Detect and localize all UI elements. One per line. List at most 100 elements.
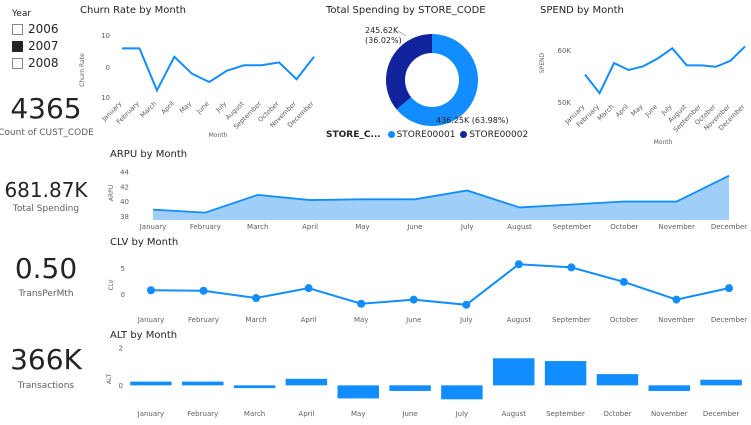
y-axis-label: ALT <box>106 374 113 385</box>
y-tick-label: 40 <box>120 198 129 206</box>
alt-bar <box>648 385 690 391</box>
slicer-title: Year <box>12 9 32 19</box>
slicer-item-2006[interactable]: 2006 <box>12 22 59 36</box>
spending-donut-chart[interactable]: 436.25K (63.98%) 245.62K(36.02%) <box>326 18 526 128</box>
legend-item-store2[interactable]: STORE00002 <box>460 130 528 140</box>
donut-legend: STORE_C... STORE00001 STORE00002 <box>326 130 528 140</box>
y-tick-label: 10 <box>101 94 110 102</box>
y-axis-label: CLV <box>108 279 115 291</box>
clv-data-point <box>199 286 208 295</box>
arpu-chart[interactable]: 44 42 40 38 ARPU January February March April May… <box>105 160 751 235</box>
x-axis-label: Month <box>654 139 673 146</box>
kpi-label: TransPerMth <box>18 289 74 299</box>
x-tick-label: March <box>245 316 266 324</box>
clv-data-point <box>514 260 523 269</box>
slicer-item-label: 2008 <box>28 56 59 70</box>
legend-label: STORE00001 <box>396 130 456 140</box>
alt-bar <box>337 385 379 399</box>
x-tick-label: November <box>651 410 688 418</box>
slicer-item-label: 2006 <box>28 22 59 36</box>
clv-series-line <box>150 263 730 306</box>
legend-marker <box>387 131 395 138</box>
y-tick-label: 0 <box>119 382 123 390</box>
y-tick-label: 10 <box>101 32 110 40</box>
x-tick-label: October <box>610 316 638 324</box>
y-tick-label: 0 <box>106 64 110 72</box>
x-tick-label: April <box>614 103 630 119</box>
x-tick-label: May <box>178 100 193 115</box>
legend-label: STORE00002 <box>469 130 529 140</box>
y-tick-label: 38 <box>120 213 129 221</box>
clv-data-point <box>252 294 261 303</box>
x-tick-label: September <box>552 316 591 324</box>
x-tick-label: May <box>351 410 365 418</box>
alt-bar <box>700 379 742 386</box>
y-tick-label: 44 <box>120 169 129 177</box>
kpi-value: 681.87K <box>4 178 88 202</box>
x-tick-label: January <box>139 223 167 231</box>
x-tick-label: January <box>137 316 165 324</box>
donut-slice-store00002 <box>386 34 432 110</box>
x-tick-label: August <box>507 316 532 324</box>
alt-bar <box>233 385 276 389</box>
x-tick-label: February <box>187 410 218 418</box>
x-tick-label: March <box>244 410 265 418</box>
x-tick-label: July <box>459 316 473 324</box>
x-tick-label: September <box>553 223 592 231</box>
x-tick-label: March <box>247 223 268 231</box>
x-tick-label: October <box>603 410 631 418</box>
clv-data-point <box>409 295 418 304</box>
x-tick-label: July <box>214 100 229 115</box>
churn-chart-title: Churn Rate by Month <box>80 5 187 16</box>
alt-bar <box>441 385 483 400</box>
slicer-item-2007[interactable]: 2007 <box>12 39 59 53</box>
churn-series-line <box>122 47 315 93</box>
x-tick-label: March <box>139 100 159 120</box>
spend-chart-title: SPEND by Month <box>540 5 624 16</box>
alt-chart-title: ALT by Month <box>110 330 178 341</box>
x-tick-label: June <box>405 316 421 324</box>
checkbox-checked[interactable] <box>12 40 23 52</box>
y-axis-label: SPEND <box>539 52 546 73</box>
x-tick-label: April <box>298 410 314 418</box>
arpu-chart-title: ARPU by Month <box>110 149 188 160</box>
clv-data-point <box>619 277 628 286</box>
legend-title: STORE_C... <box>326 130 381 140</box>
y-tick-label: 5 <box>121 265 125 273</box>
clv-chart[interactable]: 5 0 CLV January February March April May June Jul… <box>105 250 751 328</box>
alt-bar <box>285 378 328 386</box>
clv-data-point <box>462 300 471 309</box>
x-tick-label: February <box>188 316 219 324</box>
x-tick-label: February <box>190 223 221 231</box>
alt-bar <box>182 381 224 386</box>
kpi-label: Transactions <box>17 381 75 391</box>
x-tick-label: July <box>455 410 469 418</box>
slicer-item-label: 2007 <box>28 39 59 53</box>
y-tick-label: 2 <box>119 345 123 353</box>
y-tick-label: 50K <box>558 99 572 107</box>
checkbox[interactable] <box>12 57 23 69</box>
churn-rate-chart[interactable]: 10010Churn RateJanuaryFebruaryMarch April… <box>78 18 318 143</box>
clv-data-point <box>304 284 313 293</box>
spend-series-line <box>584 45 746 95</box>
data-label: 436.25K (63.98%) <box>436 116 509 125</box>
x-tick-label: November <box>658 223 695 231</box>
legend-marker <box>460 131 468 138</box>
x-tick-label: August <box>502 410 527 418</box>
alt-bar <box>130 381 172 386</box>
spend-chart[interactable]: 60K50KSPENDJanuaryFebruaryMarchApril MayJ… <box>535 18 751 148</box>
slicer-item-2008[interactable]: 2008 <box>12 56 59 70</box>
alt-chart[interactable]: 2 0 ALT January February March April May June Jul… <box>105 342 751 422</box>
clv-data-point <box>725 284 733 293</box>
x-tick-label: April <box>302 223 318 231</box>
x-tick-label: August <box>507 223 532 231</box>
checkbox[interactable] <box>12 23 23 35</box>
clv-data-point <box>567 263 576 272</box>
x-tick-label: October <box>610 223 638 231</box>
data-label: 245.62K <box>365 26 399 35</box>
spending-chart-title: Total Spending by STORE_CODE <box>326 5 486 16</box>
legend-item-store1[interactable]: STORE00001 <box>387 130 456 140</box>
x-tick-label: June <box>401 410 417 418</box>
x-axis-label: Month <box>209 132 228 139</box>
x-tick-label: July <box>460 223 474 231</box>
